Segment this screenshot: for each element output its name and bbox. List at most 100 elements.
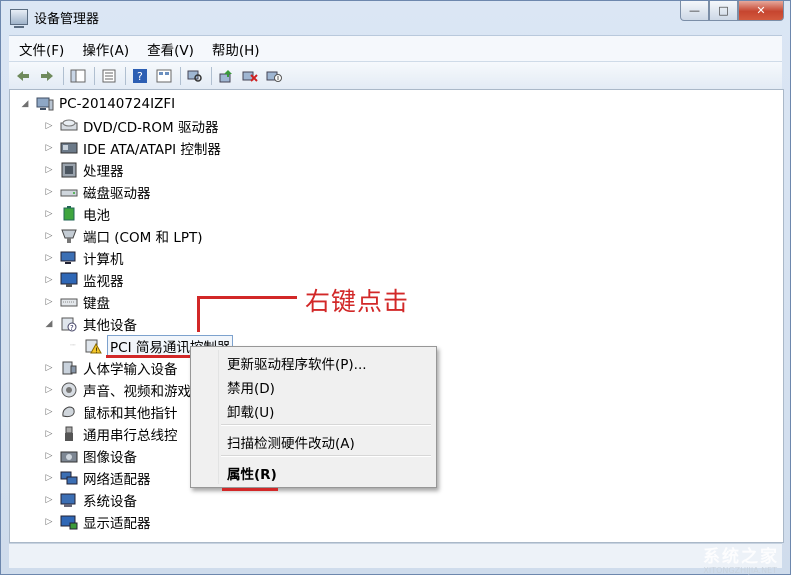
close-button[interactable]: ✕: [738, 1, 784, 21]
svg-text:!: !: [95, 347, 98, 355]
hid-icon: [60, 360, 78, 376]
menu-properties[interactable]: 属性(R): [227, 463, 277, 483]
unknown-device-icon: ?: [60, 316, 78, 332]
properties-icon[interactable]: [99, 66, 119, 86]
tree-item-label: 监视器: [83, 274, 124, 290]
tree-item-label: 通用串行总线控: [83, 428, 178, 444]
toolbar-separator: [125, 66, 126, 85]
tree-item[interactable]: ▷ 通用串行总线控: [44, 423, 178, 445]
menu-scan-hardware[interactable]: 扫描检测硬件改动(A): [227, 432, 355, 452]
computer-icon: [60, 250, 78, 266]
usb-icon: [60, 426, 78, 442]
annotation-line: [197, 296, 200, 332]
menu-view[interactable]: 查看(V): [137, 39, 202, 59]
tree-item[interactable]: ▷ 端口 (COM 和 LPT): [44, 225, 203, 247]
menu-update-driver[interactable]: 更新驱动程序软件(P)...: [227, 353, 367, 373]
expand-arrow-icon[interactable]: ▷: [44, 231, 54, 241]
expand-arrow-icon[interactable]: ▷: [44, 517, 54, 527]
toolbar-separator: [180, 66, 181, 85]
expand-arrow-icon[interactable]: ▷: [44, 121, 54, 131]
expand-arrow-icon[interactable]: ▷: [44, 297, 54, 307]
tree-item-other-devices[interactable]: ◢ ? 其他设备: [44, 313, 137, 335]
menu-uninstall[interactable]: 卸载(U): [227, 401, 274, 421]
tree-item[interactable]: ▷ 网络适配器: [44, 467, 151, 489]
expand-arrow-icon[interactable]: ▷: [44, 363, 54, 373]
tree-item[interactable]: ▷ 图像设备: [44, 445, 137, 467]
tree-item[interactable]: ▷ 鼠标和其他指针: [44, 401, 178, 423]
tree-item[interactable]: ▷ 系统设备: [44, 489, 137, 511]
expand-arrow-icon[interactable]: ▷: [44, 165, 54, 175]
expand-arrow-icon[interactable]: ▷: [44, 451, 54, 461]
expand-arrow-icon[interactable]: ▷: [44, 253, 54, 263]
menu-separator: [221, 424, 431, 426]
tree-item[interactable]: ▷ 监视器: [44, 269, 124, 291]
context-menu: 更新驱动程序软件(P)... 禁用(D) 卸载(U) 扫描检测硬件改动(A) 属…: [190, 346, 437, 488]
forward-icon[interactable]: [37, 66, 57, 86]
expand-arrow-icon[interactable]: ▷: [44, 473, 54, 483]
expand-arrow-icon[interactable]: ▷: [44, 143, 54, 153]
dvd-drive-icon: [60, 118, 78, 134]
menu-action[interactable]: 操作(A): [72, 39, 137, 59]
tree-item-label: 端口 (COM 和 LPT): [83, 230, 203, 246]
tree-item[interactable]: ▷ 键盘: [44, 291, 110, 313]
monitor-icon: [60, 272, 78, 288]
tree-item-label: 电池: [83, 208, 110, 224]
keyboard-icon: [60, 294, 78, 310]
tree-connector: ┈: [70, 341, 76, 351]
menu-gutter: [218, 350, 219, 484]
uninstall-icon[interactable]: [240, 66, 260, 86]
toolbar-separator: [211, 66, 212, 85]
tree-item-label: 其他设备: [83, 318, 137, 334]
tree-item-label: 键盘: [83, 296, 110, 312]
tree-item[interactable]: ▷ 声音、视频和游戏: [44, 379, 191, 401]
annotation-label: 右键点击: [305, 287, 410, 316]
tree-root[interactable]: ◢ PC-20140724IZFI: [20, 93, 176, 115]
view-icon[interactable]: [154, 66, 174, 86]
title-bar[interactable]: 设备管理器 — □ ✕: [1, 1, 790, 33]
tree-root-label: PC-20140724IZFI: [59, 96, 176, 112]
tree-item[interactable]: ▷ 人体学输入设备: [44, 357, 178, 379]
disable-icon[interactable]: [264, 66, 284, 86]
network-adapter-icon: [60, 470, 78, 486]
tree-item-label: IDE ATA/ATAPI 控制器: [83, 142, 221, 158]
expand-arrow-icon[interactable]: ▷: [44, 495, 54, 505]
expand-arrow-icon[interactable]: ▷: [44, 429, 54, 439]
tree-item[interactable]: ▷ 计算机: [44, 247, 124, 269]
annotation-underline: [222, 488, 278, 491]
expand-arrow-icon[interactable]: ▷: [44, 385, 54, 395]
svg-text:?: ?: [137, 70, 143, 83]
help-icon[interactable]: ?: [130, 66, 150, 86]
tree-item[interactable]: ▷ 磁盘驱动器: [44, 181, 151, 203]
menu-disable[interactable]: 禁用(D): [227, 377, 275, 397]
expand-arrow-icon[interactable]: ▷: [44, 187, 54, 197]
menu-file[interactable]: 文件(F): [9, 39, 72, 59]
annotation-line: [197, 296, 297, 299]
collapse-arrow-icon[interactable]: ◢: [44, 319, 54, 329]
expand-arrow-icon[interactable]: ▷: [44, 275, 54, 285]
expand-arrow-icon[interactable]: ▷: [44, 209, 54, 219]
disk-drive-icon: [60, 184, 78, 200]
show-hide-tree-icon[interactable]: [68, 66, 88, 86]
tree-item[interactable]: ▷ 显示适配器: [44, 511, 151, 533]
expand-arrow-icon[interactable]: ▷: [44, 407, 54, 417]
menu-bar: 文件(F) 操作(A) 查看(V) 帮助(H): [9, 35, 782, 62]
toolbar-separator: [63, 66, 64, 85]
menu-help[interactable]: 帮助(H): [202, 39, 268, 59]
collapse-arrow-icon[interactable]: ◢: [20, 99, 30, 109]
tree-item-label: 磁盘驱动器: [83, 186, 151, 202]
toolbar-separator: [94, 66, 95, 85]
tree-item[interactable]: ▷ DVD/CD-ROM 驱动器: [44, 115, 218, 137]
tree-item-label: 人体学输入设备: [83, 362, 178, 378]
tree-item[interactable]: ▷ 电池: [44, 203, 110, 225]
scan-hardware-icon[interactable]: [185, 66, 205, 86]
back-icon[interactable]: [13, 66, 33, 86]
camera-icon: [60, 448, 78, 464]
tree-item[interactable]: ▷ IDE ATA/ATAPI 控制器: [44, 137, 221, 159]
device-manager-icon: [10, 9, 28, 28]
mouse-icon: [60, 404, 78, 420]
minimize-button[interactable]: —: [680, 1, 709, 21]
maximize-button[interactable]: □: [709, 1, 738, 21]
processor-icon: [60, 162, 78, 178]
tree-item[interactable]: ▷ 处理器: [44, 159, 124, 181]
update-driver-icon[interactable]: [216, 66, 236, 86]
